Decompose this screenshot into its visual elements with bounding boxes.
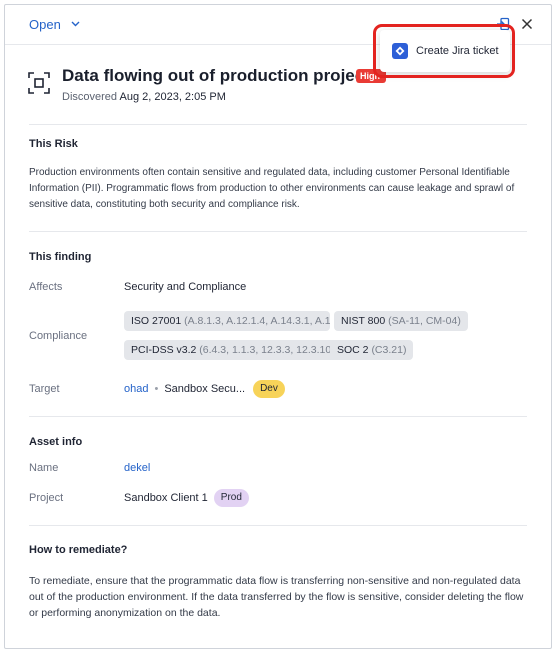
compliance-chip[interactable]: ISO 27001 (A.8.1.3, A.12.1.4, A.14.3.1, … — [124, 311, 330, 331]
jira-icon — [392, 43, 408, 59]
compliance-chip[interactable]: PCI-DSS v3.2 (6.4.3, 1.1.3, 12.3.3, 12.3… — [124, 340, 342, 360]
asset-project-name[interactable]: Sandbox Client 1 — [124, 492, 208, 504]
divider — [29, 416, 527, 417]
asset-section-title: Asset info — [29, 436, 83, 448]
compliance-chip[interactable]: NIST 800 (SA-11, CM-04) — [334, 311, 468, 331]
create-jira-menu-item[interactable]: Create Jira ticket — [380, 30, 510, 72]
divider — [29, 124, 527, 125]
compliance-chip-controls: (SA-11, CM-04) — [388, 315, 461, 327]
risk-description: Production environments often contain se… — [29, 167, 515, 210]
compliance-chip-name: SOC 2 — [337, 344, 369, 356]
asset-project-label: Project — [29, 492, 64, 504]
divider — [29, 525, 527, 526]
compliance-chip-name: NIST 800 — [341, 315, 386, 327]
env-tag-prod: Prod — [213, 489, 249, 507]
status-dropdown[interactable]: Open — [29, 17, 80, 32]
affects-label: Affects — [29, 281, 63, 293]
separator-dot: • — [154, 383, 159, 395]
compliance-label: Compliance — [29, 330, 88, 342]
compliance-chip-controls: (C3.21) — [371, 344, 407, 356]
divider — [29, 231, 527, 232]
env-tag-dev: Dev — [253, 380, 285, 398]
compliance-chip-name: PCI-DSS v3.2 — [131, 344, 197, 356]
finding-title: Data flowing out of production project — [62, 66, 370, 85]
compliance-chip-controls: (6.4.3, 1.1.3, 12.3.3, 12.3.10) — [199, 344, 335, 356]
asset-name-link[interactable]: dekel — [124, 462, 150, 474]
status-label: Open — [29, 17, 61, 32]
chevron-down-icon — [71, 19, 80, 30]
discovered-date: Aug 2, 2023, 2:05 PM — [119, 91, 226, 103]
asset-project-value: Sandbox Client 1 Prod — [124, 489, 249, 507]
target-label: Target — [29, 383, 60, 395]
compliance-chip-controls: (A.8.1.3, A.12.1.4, A.14.3.1, A.1... — [184, 315, 330, 327]
risk-section-title: This Risk — [29, 138, 78, 150]
affects-value: Security and Compliance — [124, 281, 247, 293]
remediate-description: To remediate, ensure that the programmat… — [29, 575, 524, 619]
target-link[interactable]: ohad — [124, 383, 148, 395]
target-value: ohad • Sandbox Secu... Dev — [124, 380, 285, 398]
finding-drawer: Open Data flowing out of production proj… — [4, 4, 552, 649]
compliance-chip-name: ISO 27001 — [131, 315, 182, 327]
asset-name-label: Name — [29, 462, 59, 474]
close-icon[interactable] — [517, 14, 537, 34]
target-project[interactable]: Sandbox Secu... — [164, 383, 245, 395]
compliance-chip[interactable]: SOC 2 (C3.21) — [330, 340, 414, 360]
remediate-section-title: How to remediate? — [29, 544, 128, 556]
focus-frame-icon — [27, 71, 51, 95]
create-jira-label: Create Jira ticket — [416, 45, 499, 57]
finding-section-title: This finding — [29, 251, 92, 263]
discovered-line: Discovered Aug 2, 2023, 2:05 PM — [62, 91, 226, 103]
discovered-label: Discovered — [62, 91, 118, 103]
